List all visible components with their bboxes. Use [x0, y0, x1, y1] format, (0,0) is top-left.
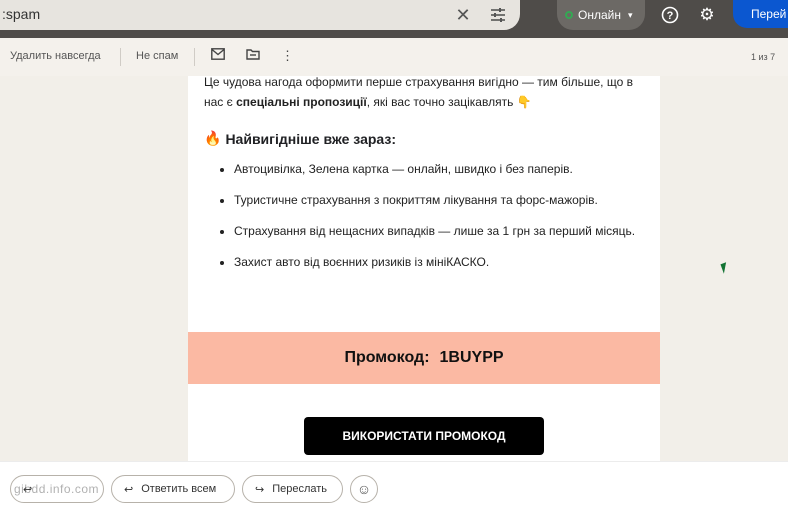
message-toolbar: Удалить навсегда Не спам ⋮ 1 из 7: [0, 38, 788, 76]
mouse-cursor-icon: [720, 262, 730, 274]
reply-all-icon: ↩: [124, 483, 134, 496]
benefits-list: Автоцивілка, Зелена картка — онлайн, шви…: [204, 160, 674, 284]
search-box[interactable]: :spam ✕: [0, 0, 520, 30]
promo-label: Промокод:: [344, 349, 430, 366]
chevron-down-icon: ▾: [627, 9, 633, 20]
intro-text-end: , які вас точно зацікавлять 👇: [366, 95, 532, 109]
list-item: Захист авто від воєнних ризиків із мініК…: [234, 253, 674, 271]
signin-button[interactable]: Перей: [733, 0, 788, 28]
list-item: Автоцивілка, Зелена картка — онлайн, шви…: [234, 160, 674, 178]
emoji-button[interactable]: ☺: [350, 475, 378, 503]
status-dot-icon: [565, 11, 573, 19]
fire-icon: 🔥: [204, 130, 222, 146]
search-input[interactable]: :spam: [2, 6, 40, 22]
status-selector[interactable]: Онлайн ▾: [557, 0, 645, 30]
toolbar-divider: [194, 48, 195, 66]
status-label: Онлайн: [578, 8, 621, 22]
top-bar: :spam ✕ Онлайн ▾ ? ⚙ Перей: [0, 0, 788, 38]
mark-unread-icon[interactable]: [211, 48, 225, 63]
forward-button[interactable]: ↪ Переслать: [242, 475, 343, 503]
not-spam-button[interactable]: Не спам: [136, 50, 178, 62]
help-icon[interactable]: ?: [658, 3, 682, 27]
close-icon[interactable]: ✕: [452, 4, 474, 26]
email-body: Це чудова нагода оформити перше страхува…: [188, 75, 660, 461]
section-title-text: Найвигідніше вже зараз:: [225, 130, 396, 147]
promo-code: 1BUYPP: [439, 349, 504, 366]
reply-all-label: Ответить всем: [141, 483, 217, 495]
list-item: Страхування від нещасних випадків — лише…: [234, 222, 674, 240]
pagination-label: 1 из 7: [751, 52, 776, 62]
reply-bar: ↩ ↩ Ответить всем ↪ Переслать ☺: [0, 461, 788, 516]
section-title: 🔥 Найвигідніше вже зараз:: [204, 130, 396, 147]
intro-bold-text: спеціальні пропозиції: [236, 95, 367, 109]
list-item: Туристичне страхування з покриттям лікув…: [234, 191, 674, 209]
svg-text:?: ?: [667, 10, 674, 22]
use-promo-button[interactable]: ВИКОРИСТАТИ ПРОМОКОД: [304, 417, 544, 455]
emoji-icon: ☺: [356, 481, 372, 497]
toolbar-divider: [120, 48, 121, 66]
tune-icon[interactable]: [487, 4, 509, 26]
delete-forever-button[interactable]: Удалить навсегда: [10, 50, 101, 62]
reply-all-button[interactable]: ↩ Ответить всем: [111, 475, 235, 503]
gear-icon[interactable]: ⚙: [695, 3, 719, 27]
move-to-icon[interactable]: [246, 48, 260, 63]
watermark: gibdd.info.com: [14, 482, 100, 496]
intro-paragraph: Це чудова нагода оформити перше страхува…: [204, 72, 644, 112]
forward-icon: ↪: [255, 483, 265, 496]
forward-label: Переслать: [272, 483, 328, 495]
promo-banner: Промокод: 1BUYPP: [188, 332, 660, 384]
more-vert-icon[interactable]: ⋮: [281, 48, 294, 64]
